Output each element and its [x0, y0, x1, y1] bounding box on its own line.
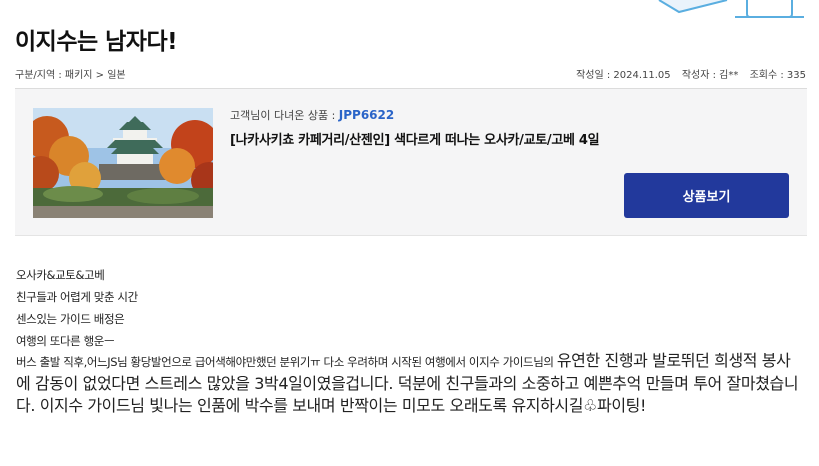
category-breadcrumb: 구분/지역 : 패키지 > 일본 — [15, 70, 126, 81]
review-body: 오사카&교토&고베 친구들과 어렵게 맞춘 시간 센스있는 가이드 배정은 여행… — [16, 264, 796, 352]
post-author: 작성자 : 김** — [681, 70, 739, 81]
product-label-text: 고객님이 다녀온 상품 : — [230, 109, 339, 122]
osaka-castle-photo[interactable] — [33, 108, 213, 218]
travel-card-illustration — [658, 0, 804, 18]
post-meta: 구분/지역 : 패키지 > 일본 작성일 : 2024.11.05 작성자 : … — [15, 66, 806, 81]
post-date: 작성일 : 2024.11.05 — [576, 70, 671, 81]
review-line: 여행의 또다른 행운ㅡ — [16, 334, 115, 348]
review-paragraph-small: 버스 출발 직후,어느JS님 황당발언으로 급어색해야만했던 분위기ㅠ 다소 우… — [16, 355, 557, 369]
post-info: 작성일 : 2024.11.05 작성자 : 김** 조회수 : 335 — [568, 66, 806, 81]
view-product-button[interactable]: 상품보기 — [624, 173, 789, 218]
product-code[interactable]: JPP6622 — [339, 108, 394, 122]
review-line: 친구들과 어렵게 맞춘 시간 — [16, 290, 138, 304]
review-line: 오사카&교토&고베 — [16, 268, 105, 282]
review-paragraph: 버스 출발 직후,어느JS님 황당발언으로 급어색해야만했던 분위기ㅠ 다소 우… — [16, 350, 800, 417]
page-title: 이지수는 남자다! — [15, 29, 178, 55]
product-label: 고객님이 다녀온 상품 : JPP6622 — [230, 107, 394, 123]
product-card: 고객님이 다녀온 상품 : JPP6622 [나카사키쵸 카페거리/산젠인] 색… — [15, 88, 807, 236]
product-name[interactable]: [나카사키쵸 카페거리/산젠인] 색다르게 떠나는 오사카/교토/고베 4일 — [230, 129, 600, 148]
review-line: 센스있는 가이드 배정은 — [16, 312, 125, 326]
post-views: 조회수 : 335 — [749, 70, 806, 81]
